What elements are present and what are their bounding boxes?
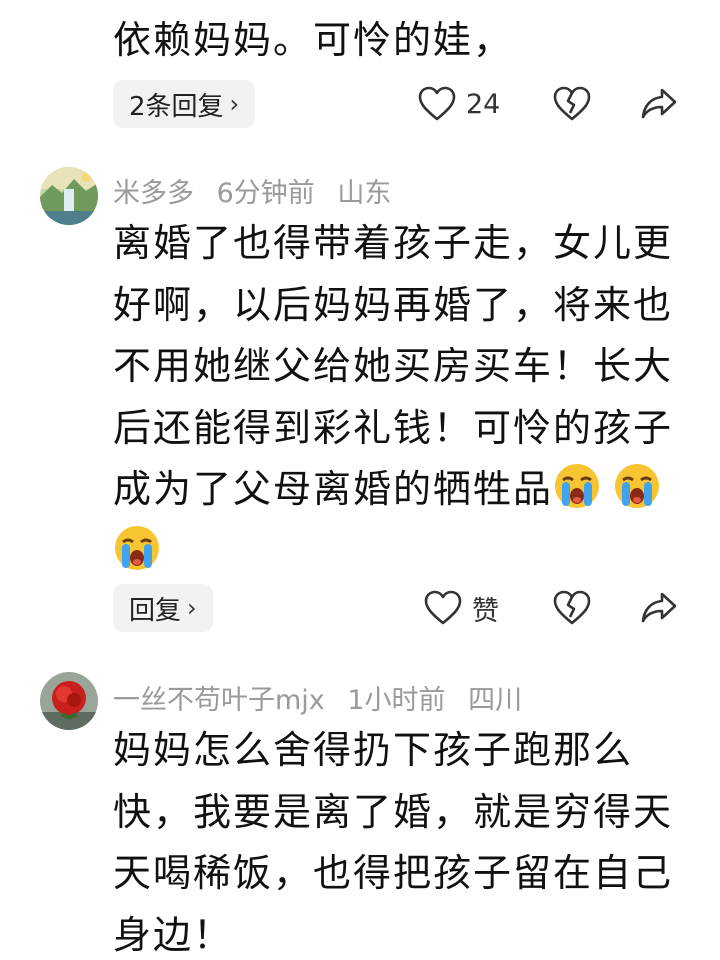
location: 山东 [337, 178, 392, 209]
comment-actions-0: 2条回复 › 24 [0, 80, 720, 132]
chevron-right-icon: › [229, 90, 240, 118]
avatar-landscape-image [40, 167, 98, 225]
dislike-button[interactable] [553, 584, 591, 632]
timestamp: 6分钟前 [216, 178, 315, 209]
comment-meta: 一丝不苟叶子mjx 1小时前 四川 [113, 678, 536, 717]
timestamp: 1小时前 [347, 685, 446, 716]
broken-heart-icon [553, 86, 591, 121]
heart-outline-icon [418, 86, 456, 121]
reply-label: 回复 [129, 595, 182, 626]
share-arrow-icon [641, 592, 677, 623]
broken-heart-icon [553, 590, 591, 625]
reply-label: 2条回复 [129, 91, 224, 122]
reply-button[interactable]: 回复 › [113, 584, 213, 632]
share-button[interactable] [640, 584, 678, 632]
comment-meta: 米多多 6分钟前 山东 [113, 171, 405, 210]
partial-comment-text: 依赖妈妈。可怜的娃， [113, 18, 514, 62]
comment-text: 妈妈怎么舍得扔下孩子跑那么快，我要是离了婚，就是穷得天天喝稀饭，也得把孩子留在自… [113, 728, 674, 957]
like-count: 24 [466, 88, 501, 120]
like-button[interactable]: 赞 [424, 584, 499, 632]
share-button[interactable] [640, 80, 678, 128]
avatar[interactable] [40, 167, 98, 225]
avatar[interactable] [40, 672, 98, 730]
dislike-button[interactable] [553, 80, 591, 128]
username[interactable]: 一丝不苟叶子mjx [113, 685, 325, 716]
like-button[interactable]: 24 [418, 80, 500, 128]
comment-actions-1: 回复 › 赞 [0, 584, 720, 636]
comment-body: 离婚了也得带着孩子走，女儿更好啊，以后妈妈再婚了，将来也不用她继父给她买房买车！… [113, 213, 693, 582]
view-replies-button[interactable]: 2条回复 › [113, 80, 256, 128]
avatar-flower-image [40, 672, 98, 730]
like-label: 赞 [472, 595, 499, 627]
comment-body: 妈妈怎么舍得扔下孩子跑那么快，我要是离了婚，就是穷得天天喝稀饭，也得把孩子留在自… [113, 720, 693, 960]
share-arrow-icon [641, 88, 677, 119]
crying-face-emoji [115, 525, 159, 570]
chevron-right-icon: › [187, 594, 197, 622]
crying-face-emoji [615, 464, 660, 508]
username[interactable]: 米多多 [113, 178, 194, 209]
heart-outline-icon [424, 590, 462, 625]
crying-face-emoji [555, 464, 600, 508]
comment-feed: 依赖妈妈。可怜的娃， 2条回复 › 24 米多多 6分钟前 山东 离婚了也得带着… [0, 0, 720, 960]
location: 四川 [468, 685, 523, 716]
